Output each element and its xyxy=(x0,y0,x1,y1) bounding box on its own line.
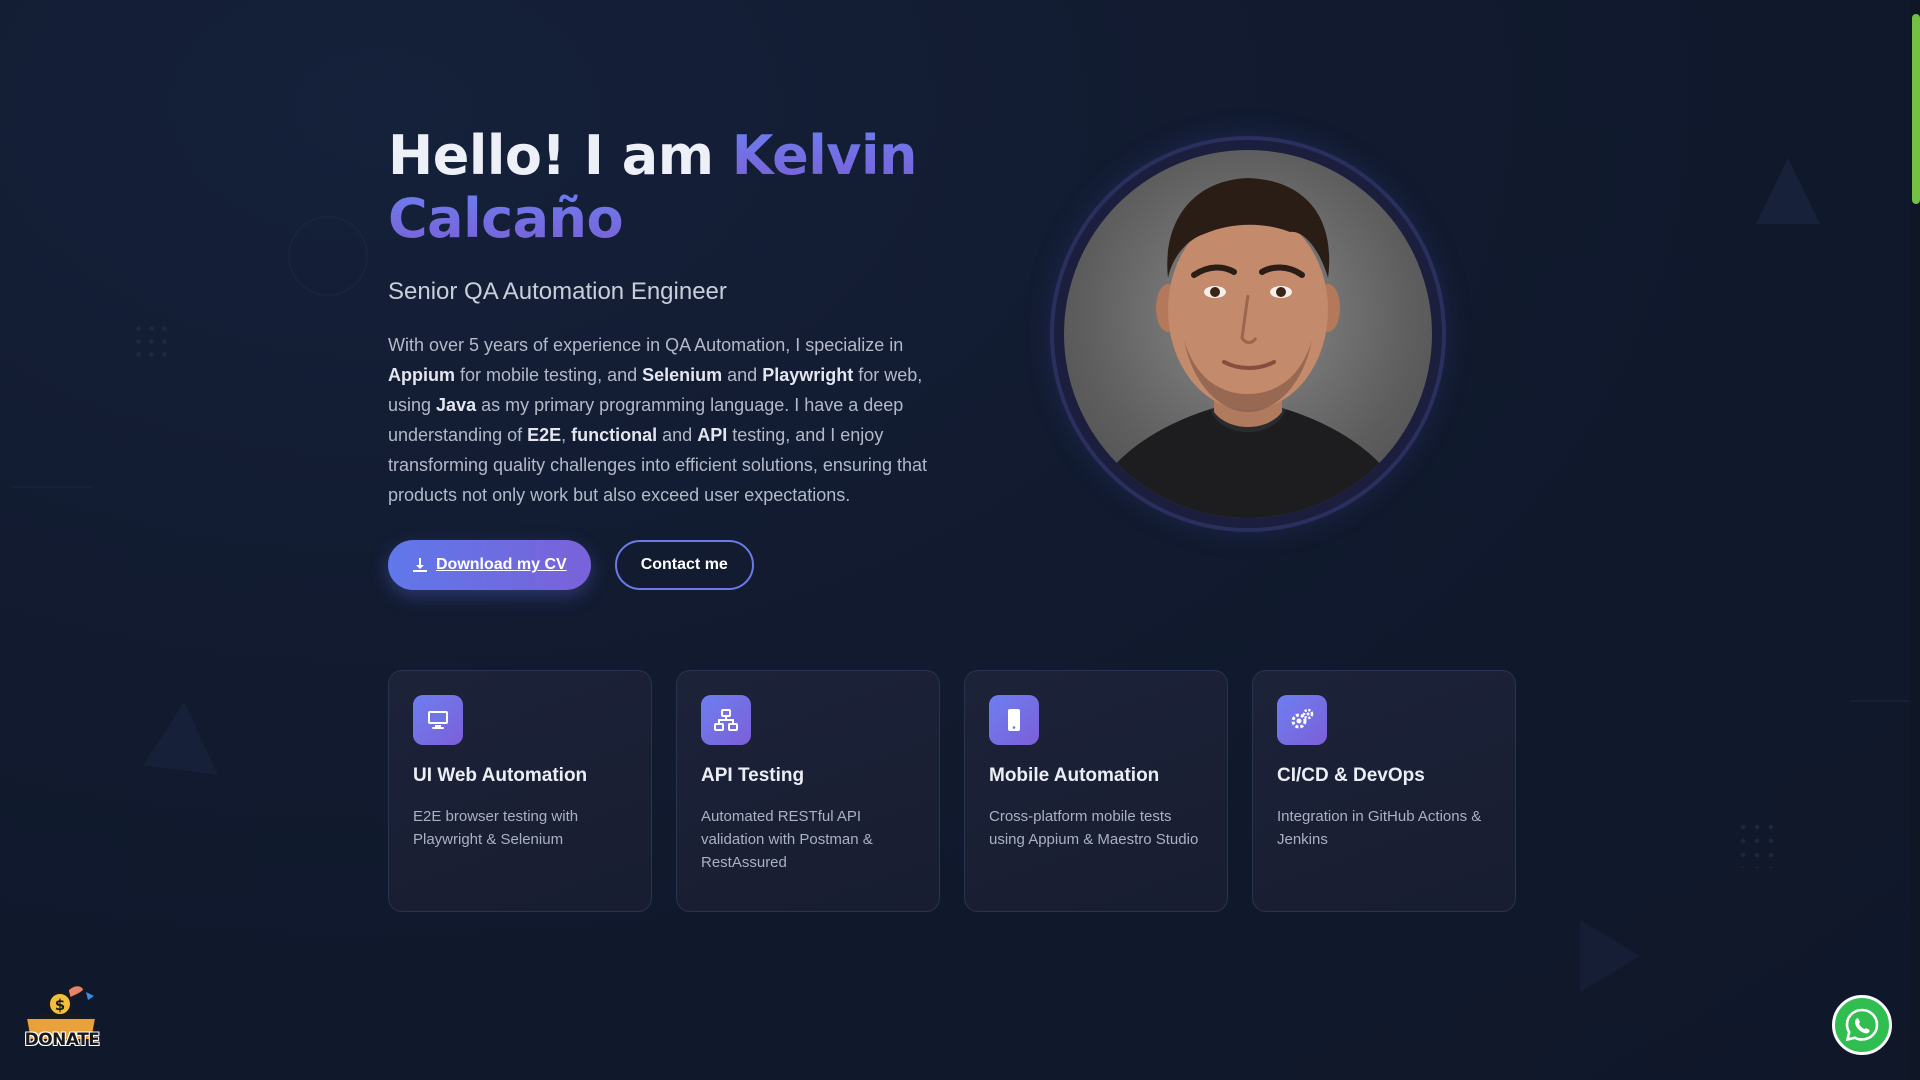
card-title: Mobile Automation xyxy=(989,765,1160,786)
donate-label: DONATE xyxy=(24,1030,100,1050)
decorative-triangle xyxy=(1756,158,1820,224)
mobile-icon xyxy=(989,695,1039,745)
portrait-image xyxy=(1084,178,1412,518)
card-mobile-automation: Mobile Automation Cross-platform mobile … xyxy=(964,670,1228,912)
decorative-line xyxy=(12,486,92,488)
decorative-dots xyxy=(132,322,172,362)
hero-section: Hello! I am Kelvin Calcaño Senior QA Aut… xyxy=(388,124,948,590)
page-scrollbar[interactable] xyxy=(1910,0,1920,1080)
card-title: API Testing xyxy=(701,765,805,786)
donate-button[interactable]: $ DONATE xyxy=(20,980,102,1058)
monitor-icon xyxy=(413,695,463,745)
decorative-triangle xyxy=(126,702,218,802)
card-cicd-devops: CI/CD & DevOps Integration in GitHub Act… xyxy=(1252,670,1516,912)
page: Hello! I am Kelvin Calcaño Senior QA Aut… xyxy=(0,0,1920,1080)
card-description: Automated RESTful API validation with Po… xyxy=(701,808,873,871)
decorative-dots xyxy=(1736,820,1780,868)
card-description: Cross-platform mobile tests using Appium… xyxy=(989,808,1199,848)
avatar-frame xyxy=(1054,140,1442,528)
contact-me-label: Contact me xyxy=(640,556,728,573)
download-icon xyxy=(413,558,427,572)
card-title: CI/CD & DevOps xyxy=(1277,765,1425,786)
card-api-testing: API Testing Automated RESTful API valida… xyxy=(676,670,940,912)
card-description: Integration in GitHub Actions & Jenkins xyxy=(1277,808,1482,848)
contact-me-button[interactable]: Contact me xyxy=(614,540,754,590)
card-description: E2E browser testing with Playwright & Se… xyxy=(413,808,579,848)
decorative-circle xyxy=(288,216,368,296)
network-icon xyxy=(701,695,751,745)
decorative-triangle xyxy=(1580,920,1640,992)
whatsapp-button[interactable] xyxy=(1832,995,1892,1055)
download-cv-button[interactable]: Download my CV xyxy=(388,540,591,590)
svg-text:$: $ xyxy=(55,996,65,1014)
hero-subtitle: Senior QA Automation Engineer xyxy=(388,278,727,305)
decorative-line xyxy=(1850,700,1910,702)
gears-icon xyxy=(1277,695,1327,745)
avatar xyxy=(1064,150,1432,518)
scrollbar-thumb[interactable] xyxy=(1912,14,1920,204)
hero-greeting: Hello! I am xyxy=(388,124,732,187)
hero-buttons: Download my CV Contact me xyxy=(388,540,948,590)
card-title: UI Web Automation xyxy=(413,765,588,786)
download-cv-label: Download my CV xyxy=(436,556,567,573)
card-ui-web-automation: UI Web Automation E2E browser testing wi… xyxy=(388,670,652,912)
hero-description: With over 5 years of experience in QA Au… xyxy=(388,335,927,505)
hero-title: Hello! I am Kelvin Calcaño xyxy=(388,124,948,250)
services-cards: UI Web Automation E2E browser testing wi… xyxy=(388,670,1516,912)
whatsapp-icon xyxy=(1845,1008,1879,1042)
